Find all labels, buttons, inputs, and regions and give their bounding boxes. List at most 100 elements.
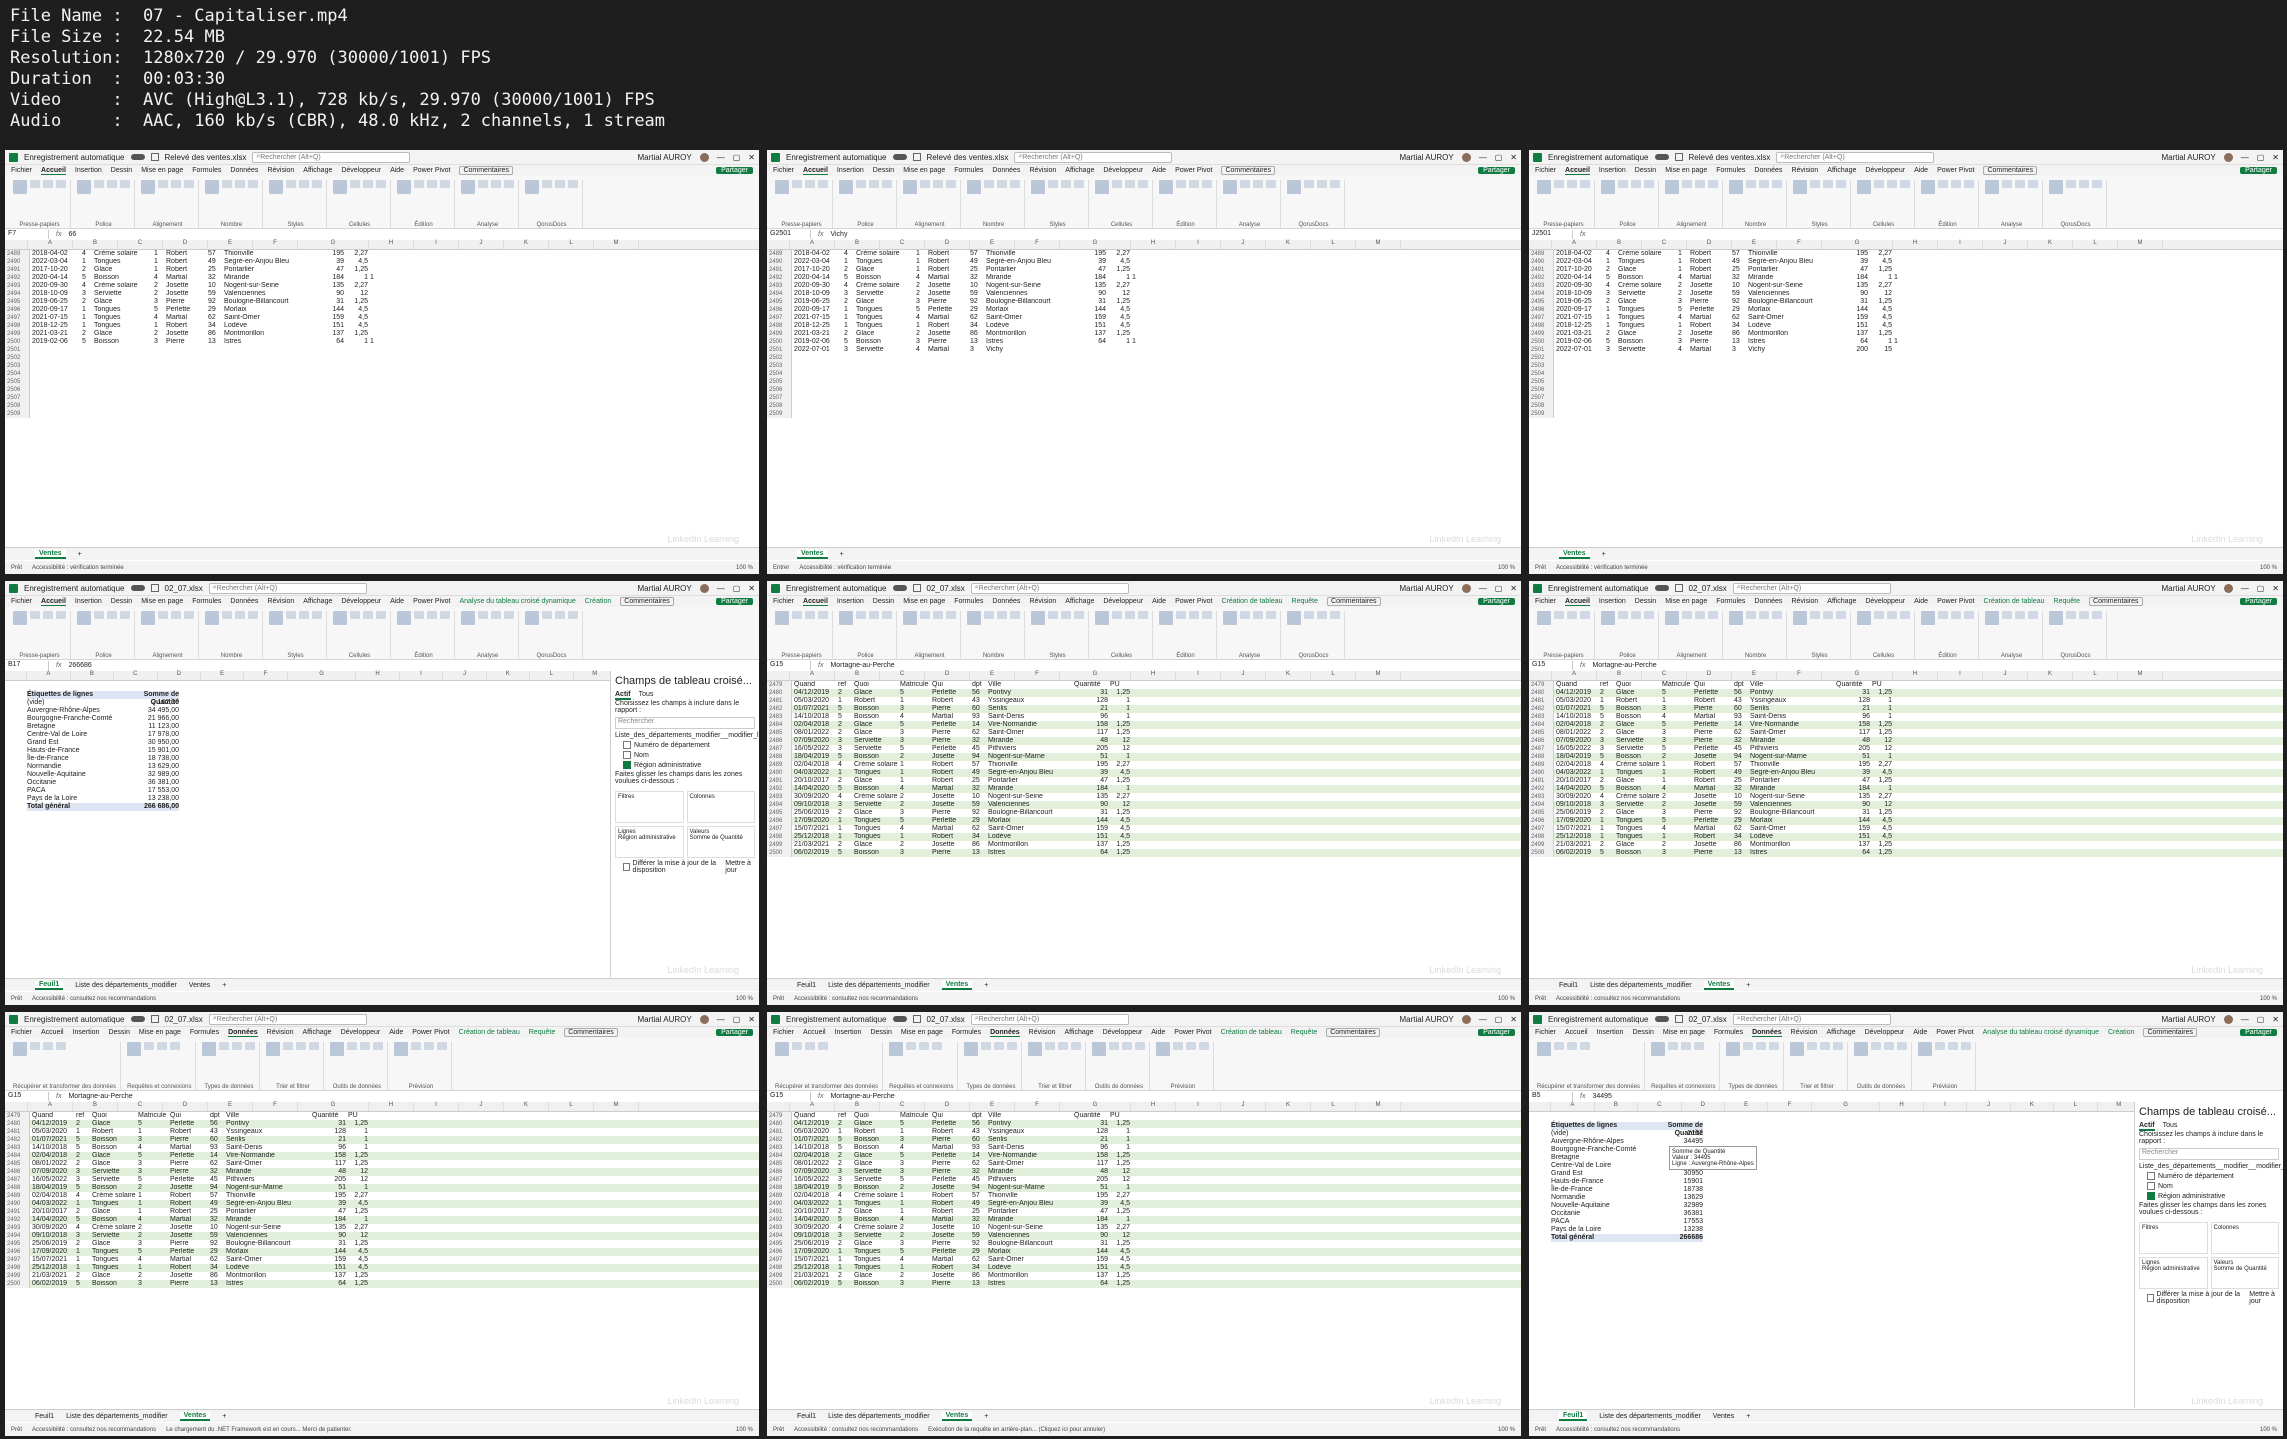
cell[interactable]: Robert (168, 1192, 208, 1200)
cell[interactable] (30, 362, 80, 370)
cell[interactable]: Tongues (90, 1248, 136, 1256)
table-header-cell[interactable]: PU (1870, 681, 1892, 689)
cell[interactable] (1892, 290, 1914, 298)
cell[interactable]: Josette (164, 282, 206, 290)
cell[interactable]: 31 (1072, 809, 1108, 817)
cell[interactable]: 4 (74, 1224, 90, 1232)
cell[interactable]: 1 (1870, 713, 1892, 721)
ribbon-command-icon[interactable] (1240, 611, 1250, 619)
cell[interactable] (1892, 314, 1914, 322)
row-number[interactable]: 2496 (1529, 306, 1554, 314)
cell[interactable] (312, 354, 344, 362)
cell[interactable]: Nogent-sur-Seine (224, 1224, 310, 1232)
sheet-tab[interactable]: Ventes (179, 1411, 211, 1421)
cell[interactable]: 12 (346, 1168, 368, 1176)
cell[interactable]: 1 (136, 1264, 168, 1272)
pivot-row-label[interactable]: (vide) (1551, 1130, 1651, 1138)
cell[interactable]: 3 (898, 1280, 930, 1288)
sheet-tab[interactable]: Feuil1 (797, 1413, 816, 1420)
ribbon-tab[interactable]: Mise en page (901, 1029, 943, 1036)
cell[interactable]: 1 (344, 274, 368, 282)
ribbon-command-icon[interactable] (360, 1042, 371, 1050)
ribbon-command-icon[interactable] (478, 611, 488, 619)
cell[interactable] (1730, 354, 1746, 362)
cell[interactable] (1554, 394, 1604, 402)
accessibility-status[interactable]: Accessibilité : consultez nos recommanda… (32, 996, 156, 1002)
cell[interactable]: 1 (836, 833, 852, 841)
cell[interactable]: 57 (970, 761, 986, 769)
cell[interactable]: 49 (1730, 258, 1746, 266)
cell[interactable]: 3 (836, 1176, 852, 1184)
cell[interactable]: 5 (1598, 753, 1614, 761)
cell[interactable]: 13 (208, 1280, 224, 1288)
cell[interactable] (1130, 290, 1152, 298)
cell[interactable]: Josette (930, 1272, 970, 1280)
minimize-icon[interactable]: — (2241, 584, 2249, 593)
cell[interactable]: 92 (968, 298, 984, 306)
cell[interactable]: 158 (1834, 721, 1870, 729)
cell[interactable]: Martial (1688, 274, 1730, 282)
cell[interactable]: 1 (842, 314, 854, 322)
row-number[interactable]: 2495 (5, 1240, 30, 1248)
cell[interactable]: 34 (1730, 322, 1746, 330)
ribbon-command-icon[interactable] (205, 611, 219, 625)
cell[interactable] (222, 354, 312, 362)
cell[interactable]: 94 (208, 1184, 224, 1192)
cell[interactable]: 4 (898, 1256, 930, 1264)
cell[interactable] (206, 378, 222, 386)
column-header[interactable]: E (1732, 671, 1777, 680)
row-number[interactable]: 2495 (5, 298, 30, 306)
cell[interactable]: 92 (206, 298, 222, 306)
cell[interactable]: 05/03/2020 (1554, 697, 1598, 705)
ribbon-command-icon[interactable] (818, 1042, 828, 1050)
cell[interactable] (368, 258, 390, 266)
ribbon-command-icon[interactable] (397, 611, 411, 625)
cell[interactable]: 5 (1598, 713, 1614, 721)
ribbon-command-icon[interactable] (56, 1042, 66, 1050)
cell[interactable] (854, 378, 914, 386)
ribbon-tab[interactable]: Mise en page (1665, 167, 1707, 174)
cell[interactable]: 4,5 (1868, 306, 1892, 314)
cell[interactable]: 86 (970, 1272, 986, 1280)
cell[interactable]: Saint-Omer (1748, 825, 1834, 833)
cell[interactable]: 1,25 (1868, 298, 1892, 306)
ribbon-command-icon[interactable] (1708, 611, 1718, 619)
cell[interactable] (984, 386, 1074, 394)
cell[interactable] (1106, 378, 1130, 386)
ribbon-tab[interactable]: Développeur (341, 167, 381, 174)
column-header[interactable]: C (880, 671, 925, 680)
column-header[interactable]: E (1725, 1102, 1769, 1111)
cell[interactable] (1892, 402, 1914, 410)
cell[interactable]: Boulogne-Billancourt (986, 1240, 1072, 1248)
sheet-tab[interactable]: Liste des départements_modifier (828, 982, 930, 989)
cell[interactable]: Boisson (852, 1280, 898, 1288)
cell[interactable] (1892, 258, 1914, 266)
ribbon-command-icon[interactable] (568, 611, 578, 619)
cell[interactable]: 08/01/2022 (792, 729, 836, 737)
cell[interactable]: 4,5 (346, 1256, 368, 1264)
cell[interactable]: 3 (1660, 849, 1692, 857)
cell[interactable] (312, 394, 344, 402)
cell[interactable]: 5 (1676, 306, 1688, 314)
cell[interactable]: Glace (852, 729, 898, 737)
cell[interactable]: Saint-Omer (986, 729, 1072, 737)
cell[interactable]: 3 (1598, 745, 1614, 753)
autosave-toggle[interactable] (1654, 1016, 1669, 1022)
cell[interactable]: 5 (74, 1136, 90, 1144)
ribbon-command-icon[interactable] (222, 180, 232, 188)
cell[interactable]: Istres (224, 1280, 310, 1288)
cell[interactable] (1730, 410, 1746, 418)
minimize-icon[interactable]: — (1479, 1015, 1487, 1024)
cell[interactable]: 32 (970, 1168, 986, 1176)
cell[interactable]: 13 (1732, 849, 1748, 857)
sheet-tab[interactable]: Liste des départements_modifier (1590, 982, 1692, 989)
cell[interactable]: 05/03/2020 (792, 1128, 836, 1136)
field-checkbox[interactable]: Région administrative (2147, 1192, 2279, 1200)
cell[interactable]: 59 (970, 801, 986, 809)
pivot-value[interactable]: 18738 (1651, 1186, 1703, 1194)
ribbon-command-icon[interactable] (411, 1042, 422, 1050)
cell[interactable]: 151 (1834, 833, 1870, 841)
fx-icon[interactable]: fx (815, 231, 826, 238)
cell[interactable]: 39 (1836, 258, 1868, 266)
pivot-row-label[interactable]: Auvergne-Rhône-Alpes (27, 707, 127, 715)
